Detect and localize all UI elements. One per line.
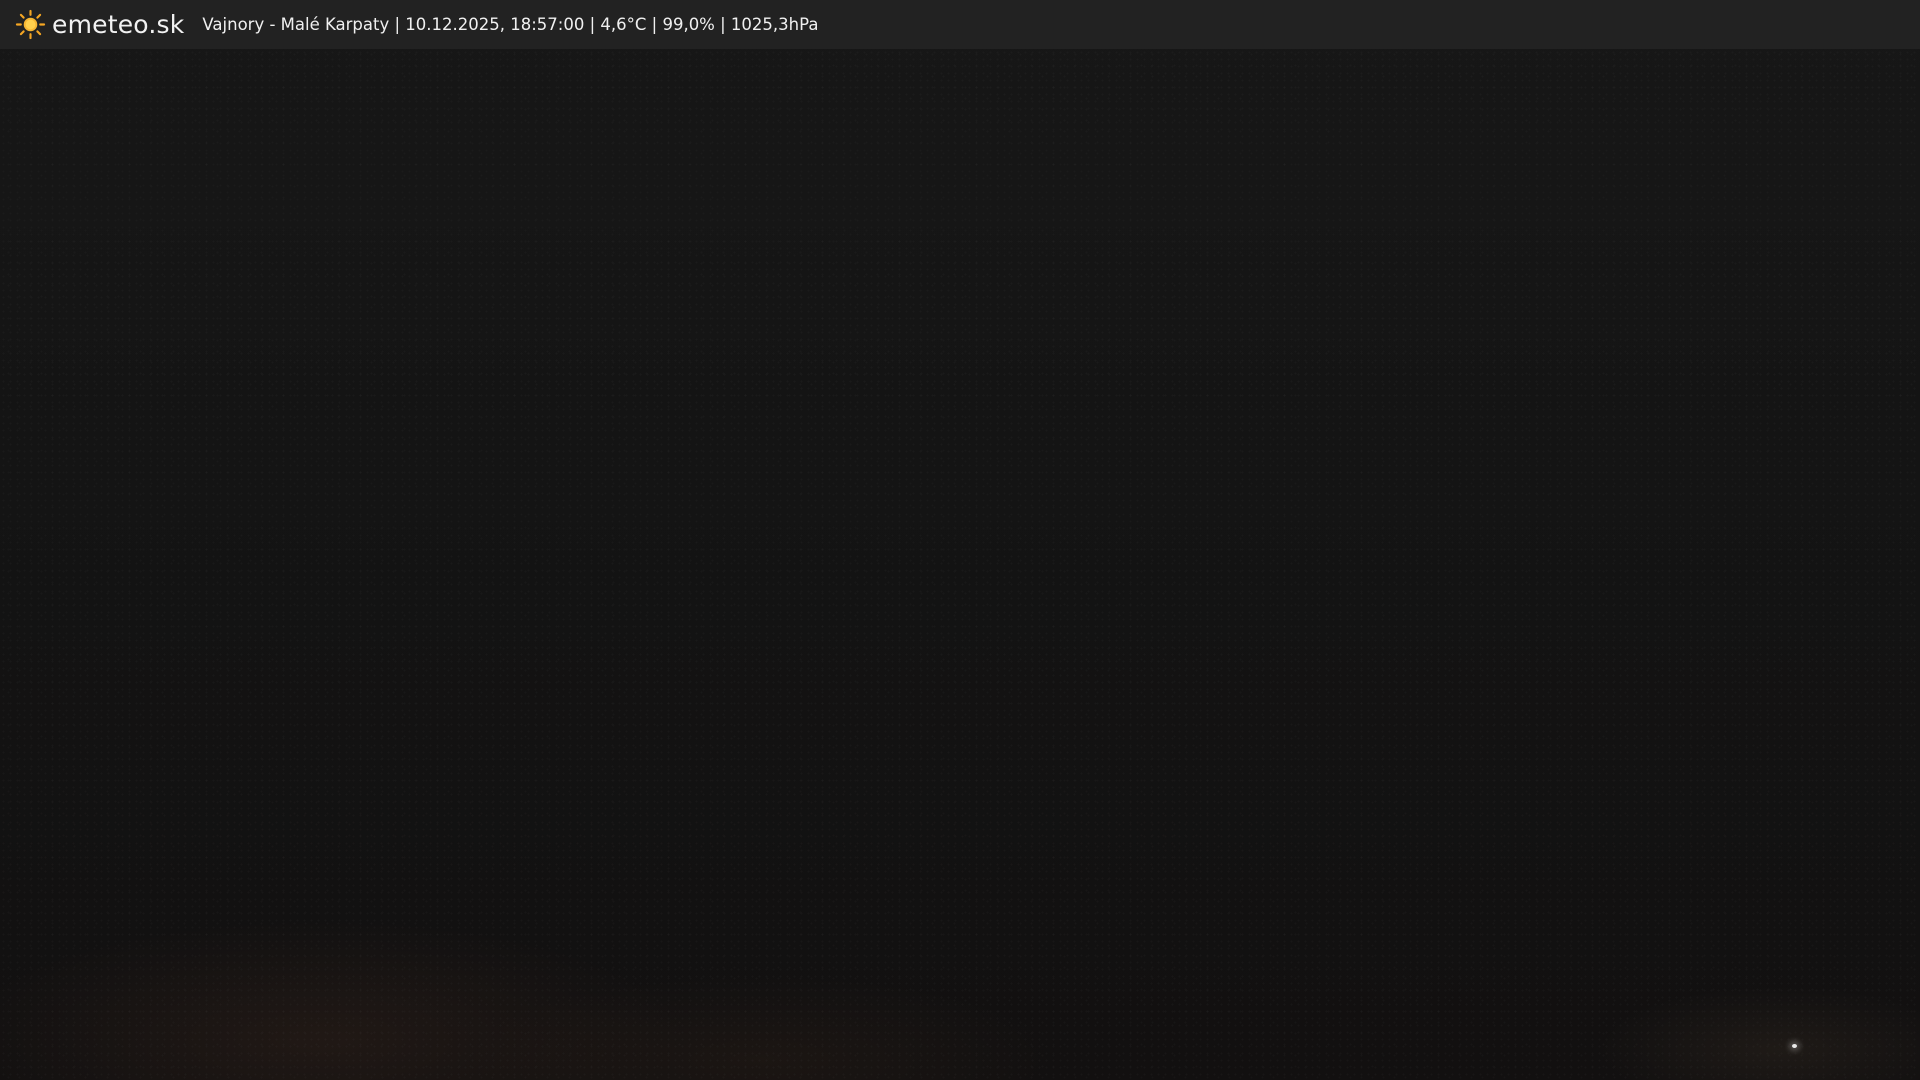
brand-logo-text[interactable]: emeteo.sk — [52, 10, 184, 39]
header-bar: emeteo.sk Vajnory - Malé Karpaty | 10.12… — [0, 0, 1920, 49]
station-info-text: Vajnory - Malé Karpaty | 10.12.2025, 18:… — [202, 15, 819, 34]
sun-icon — [15, 9, 46, 40]
webcam-image-noise — [0, 0, 1920, 1080]
distant-light — [1792, 1044, 1797, 1048]
webcam-view: emeteo.sk Vajnory - Malé Karpaty | 10.12… — [0, 0, 1920, 1080]
